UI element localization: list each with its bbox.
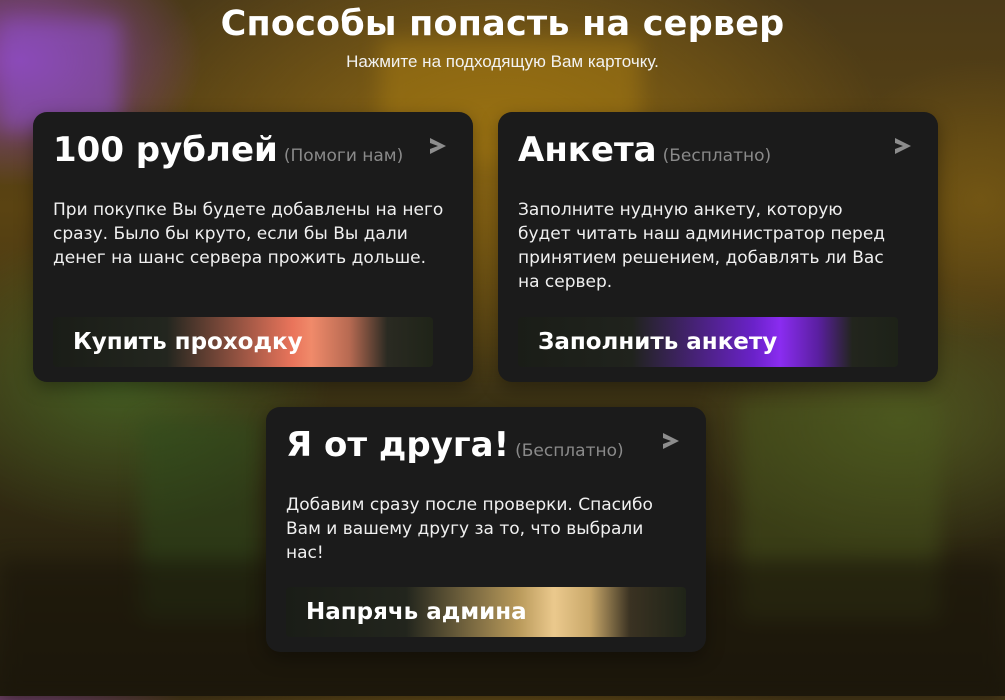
card-note: (Бесплатно) [662,146,772,166]
card-from-friend[interactable]: Я от друга! (Бесплатно) Добавим сразу по… [266,407,706,652]
card-description: Заполните нудную анкету, которую будет ч… [518,200,886,292]
page-subtitle: Нажмите на подходящую Вам карточку. [346,52,659,71]
card-title-row: 100 рублей (Помоги нам) [53,130,403,170]
card-description: Добавим сразу после проверки. Спасибо Ва… [286,495,653,563]
page-title: Способы попасть на сервер [220,4,785,44]
card-title: Я от друга! [286,425,510,465]
card-note: (Помоги нам) [283,146,404,166]
fill-form-button[interactable]: Заполнить анкету [518,317,898,367]
chevron-right-icon[interactable] [892,134,914,158]
card-title: Анкета [518,130,657,170]
card-100-rubles[interactable]: 100 рублей (Помоги нам) При покупке Вы б… [33,112,473,382]
chevron-right-icon[interactable] [427,134,449,158]
card-title: 100 рублей [53,130,278,170]
card-title-row: Я от друга! (Бесплатно) [286,425,624,465]
card-note: (Бесплатно) [515,441,624,461]
card-description: При покупке Вы будете добавлены на него … [53,200,444,268]
card-title-row: Анкета (Бесплатно) [518,130,771,170]
card-application[interactable]: Анкета (Бесплатно) Заполните нудную анке… [498,112,938,382]
buy-pass-button[interactable]: Купить проходку [53,317,433,367]
chevron-right-icon[interactable] [660,429,682,453]
ping-admin-button[interactable]: Напрячь админа [286,587,686,637]
